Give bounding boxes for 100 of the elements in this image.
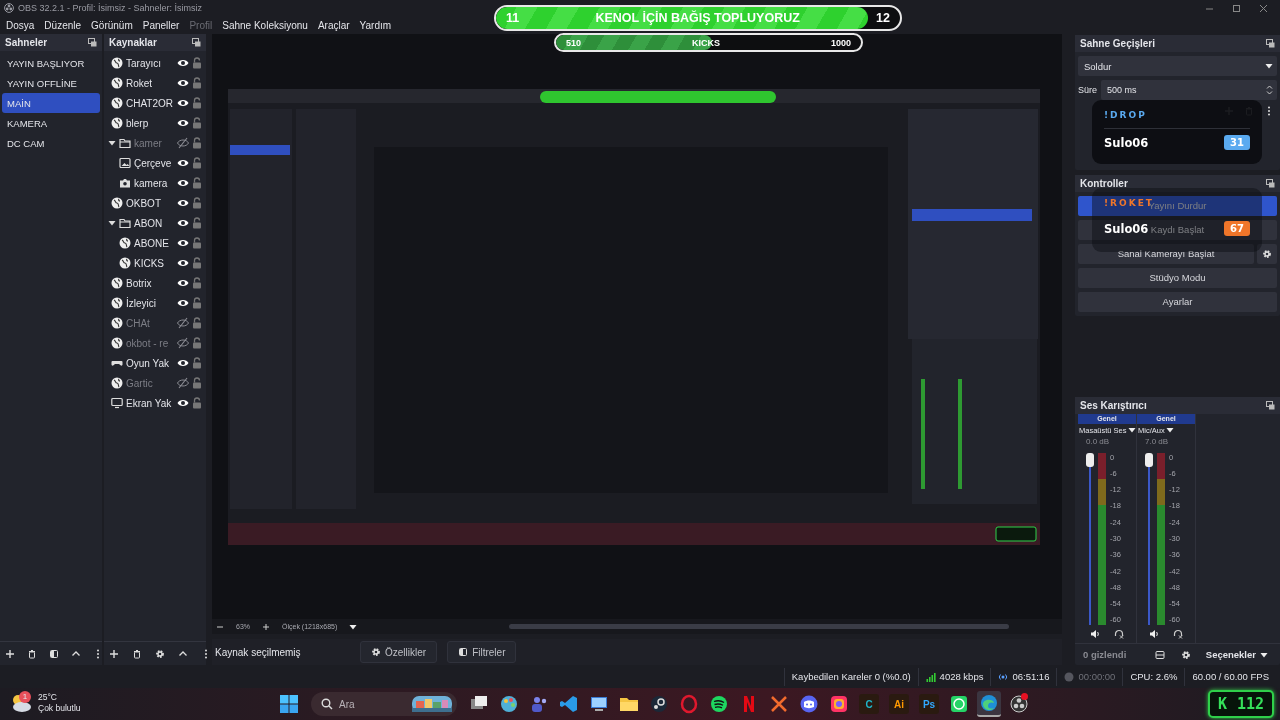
volume-slider[interactable] [1086,452,1094,625]
source-name: Roket [126,77,154,89]
eye-icon[interactable] [177,357,189,369]
eye-icon[interactable] [177,157,189,169]
headphone-icon[interactable] [1114,628,1124,639]
scene-item[interactable]: DC CAM [2,133,100,153]
eye-icon[interactable] [177,57,189,69]
padlock-icon[interactable] [192,217,202,229]
menu-item[interactable]: Görünüm [86,19,138,31]
caret-icon[interactable] [1165,426,1174,434]
options-button[interactable]: Seçenekler [1199,648,1280,661]
float-icon[interactable] [1266,39,1275,48]
eye-icon[interactable] [177,117,189,129]
taskbar-button[interactable] [977,691,1001,717]
transition-dropdown[interactable]: Soldur [1078,56,1277,76]
headphone-icon[interactable] [1173,628,1183,639]
eye-slash-icon[interactable] [177,317,189,329]
caret-icon[interactable] [1265,62,1273,70]
eye-icon[interactable] [177,397,189,409]
filter-icon [458,647,469,657]
speaker-icon[interactable] [1090,628,1100,639]
padlock-icon[interactable] [192,77,202,89]
source-name: KICKS [134,257,165,269]
eye-icon[interactable] [177,237,189,249]
padlock-icon[interactable] [192,157,202,169]
padlock-icon[interactable] [192,397,202,409]
eye-icon[interactable] [177,217,189,229]
padlock-icon[interactable] [192,337,202,349]
scene-item[interactable]: YAYIN BAŞLIYOR [2,53,100,73]
padlock-icon[interactable] [192,197,202,209]
duration-field[interactable]: 500 ms [1101,80,1277,100]
float-icon[interactable] [88,38,97,47]
trash-icon[interactable] [132,648,142,659]
padlock-icon[interactable] [192,377,202,389]
float-icon[interactable] [1266,178,1275,188]
search-field[interactable]: Ara [311,692,457,716]
settings-button[interactable] [1257,243,1277,264]
trash-icon[interactable] [27,648,37,659]
menu-item[interactable]: Dosya [1,19,40,31]
scene-item[interactable]: MAİN [2,93,100,113]
caret-icon[interactable] [1127,426,1136,434]
padlock-icon[interactable] [192,317,202,329]
eye-icon[interactable] [177,197,189,209]
source-name: Tarayıcı [126,57,162,69]
volume-slider[interactable] [1145,452,1153,625]
menu-item[interactable]: Yardım [354,19,397,31]
menu-item[interactable]: Paneller [137,19,185,31]
alert-user: Sulo06 [1104,135,1149,150]
padlock-icon[interactable] [192,297,202,309]
maximize-icon[interactable] [1232,3,1241,13]
plus-icon[interactable] [262,622,270,631]
eye-icon[interactable] [177,97,189,109]
eye-icon[interactable] [177,257,189,269]
padlock-icon[interactable] [192,177,202,189]
control-button[interactable]: Stüdyo Modu [1078,267,1277,288]
padlock-icon[interactable] [192,117,202,129]
spinner-arrows-icon[interactable] [1266,84,1273,96]
source-name: Gartic [126,377,154,389]
plus-icon[interactable] [5,648,15,659]
float-icon[interactable] [192,38,201,47]
scrollbar[interactable] [509,624,1010,630]
layout-icon[interactable] [1155,649,1165,660]
eye-slash-icon[interactable] [177,377,189,389]
padlock-icon[interactable] [192,57,202,69]
menu-item[interactable]: Araçlar [312,19,355,31]
caret-icon[interactable] [108,139,116,147]
volume-slider-thumb[interactable] [1086,452,1094,467]
source-name: OKBOT [126,197,162,209]
padlock-icon[interactable] [192,237,202,249]
toolbar-button[interactable]: Özellikler [360,641,438,663]
filter-icon[interactable] [49,648,59,659]
toolbar-button[interactable]: Filtreler [447,641,517,663]
float-icon[interactable] [1266,400,1275,410]
eye-icon[interactable] [177,277,189,289]
menu-item[interactable]: Düzenle [39,19,87,31]
scene-item[interactable]: YAYIN OFFLİNE [2,73,100,93]
control-button[interactable]: Sanal Kamerayı Başlat [1078,243,1254,264]
padlock-icon[interactable] [192,357,202,369]
source-name: kamer [134,137,163,149]
speaker-icon[interactable] [1149,628,1159,639]
scene-item[interactable]: KAMERA [2,113,100,133]
control-button[interactable]: Ayarlar [1078,291,1277,312]
close-icon[interactable] [1259,3,1268,13]
eye-slash-icon[interactable] [177,337,189,349]
settings-icon[interactable] [155,648,165,659]
eye-slash-icon[interactable] [177,137,189,149]
caret-icon[interactable] [108,219,116,227]
caret-icon[interactable] [349,622,358,631]
eye-icon[interactable] [177,77,189,89]
eye-icon[interactable] [177,297,189,309]
padlock-icon[interactable] [192,137,202,149]
globe-icon [111,197,123,209]
settings-icon[interactable] [1181,649,1191,660]
menu-item[interactable]: Sahne Koleksiyonu [217,19,313,31]
plus-icon[interactable] [109,648,119,659]
volume-slider-thumb[interactable] [1145,452,1153,467]
eye-icon[interactable] [177,177,189,189]
padlock-icon[interactable] [192,257,202,269]
padlock-icon[interactable] [192,97,202,109]
padlock-icon[interactable] [192,277,202,289]
